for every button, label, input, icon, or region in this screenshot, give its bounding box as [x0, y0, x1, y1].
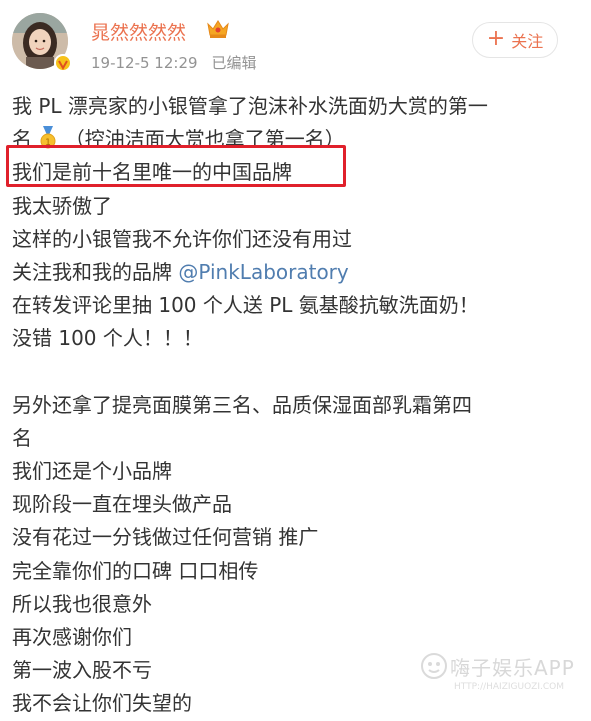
post-line: 所以我也很意外 [12, 591, 152, 616]
post-line: 这样的小银管我不允许你们还没有用过 [12, 226, 352, 251]
post-line: 关注我和我的品牌 @PinkLaboratory [12, 256, 572, 289]
mention-link[interactable]: @PinkLaboratory [178, 260, 348, 284]
watermark: 嗨子娱乐APP HTTP://HAIZIGUOZI.COM [420, 650, 585, 700]
post-line: 完全靠你们的口碑 口口相传 [12, 558, 259, 583]
plus-icon: + [486, 26, 506, 51]
crown-icon [206, 18, 230, 44]
post-line: 我们还是个小品牌 [12, 459, 172, 484]
follow-button[interactable]: + 关注 [472, 22, 558, 58]
post-line: 在转发评论里抽 100 个人送 PL 氨基酸抗敏洗面奶！ [12, 293, 479, 318]
username[interactable]: 晁然然然然 [91, 18, 186, 45]
follow-label: 关注 [511, 32, 544, 51]
edited-label[interactable]: 已编辑 [212, 54, 257, 72]
post-line: 另外还拿了提亮面膜第三名、品质保湿面部乳霜第四 [12, 392, 472, 417]
post-line: 没有花过一分钱做过任何营销 推广 [12, 525, 319, 550]
post-line-text: 关注我和我的品牌 [12, 259, 179, 284]
highlight-box [6, 145, 346, 187]
post-line: 我 PL 漂亮家的小银管拿了泡沫补水洗面奶大赏的第一 [12, 94, 488, 118]
watermark-title: 嗨子娱乐APP [450, 656, 575, 680]
post-line: 没错 100 个人！！！ [12, 326, 203, 351]
post-line: 现阶段一直在埋头做产品 [12, 492, 232, 517]
verified-badge-icon [54, 54, 72, 72]
watermark-logo-icon [420, 652, 448, 684]
post-line: 我太骄傲了 [12, 193, 112, 218]
watermark-url: HTTP://HAIZIGUOZI.COM [454, 682, 564, 692]
post-meta: 19-12-5 12:29 已编辑 [91, 52, 257, 73]
post-line: 名 [12, 425, 32, 450]
post-timestamp: 19-12-5 12:29 [91, 54, 198, 72]
